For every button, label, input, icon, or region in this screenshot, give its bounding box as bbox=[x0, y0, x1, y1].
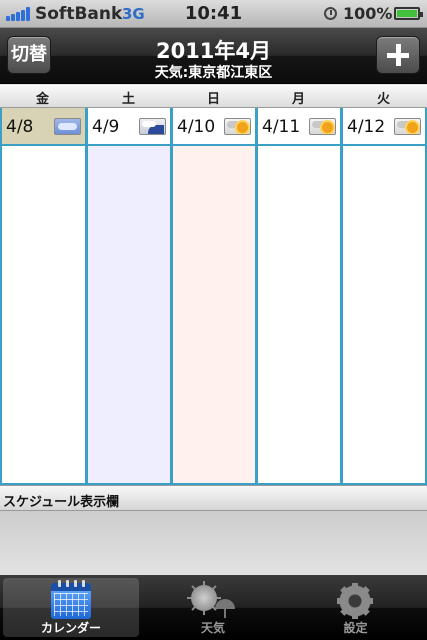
plus-icon bbox=[377, 37, 419, 73]
weather-location: 天気:東京都江東区 bbox=[154, 65, 273, 81]
add-button[interactable] bbox=[376, 36, 420, 74]
alarm-icon bbox=[324, 7, 337, 20]
tab-label: 設定 bbox=[343, 621, 368, 635]
cloudy-sunny-weather-icon bbox=[394, 118, 421, 135]
calendar-icon bbox=[51, 580, 91, 619]
tab-label: カレンダー bbox=[40, 621, 101, 635]
schedule-header-label: スケジュール表示欄 bbox=[3, 495, 120, 510]
day-date: 4/11 bbox=[262, 117, 301, 137]
day-column-fri[interactable]: 4/8 bbox=[0, 108, 87, 485]
tab-calendar[interactable]: カレンダー bbox=[0, 575, 142, 640]
status-bar: SoftBank 3G 10:41 100% bbox=[0, 0, 427, 28]
navigation-bar: 切替 2011年4月 天気:東京都江東区 bbox=[0, 28, 427, 84]
day-date: 4/12 bbox=[347, 117, 386, 137]
battery-percent: 100% bbox=[343, 4, 393, 23]
day-column-mon[interactable]: 4/11 bbox=[256, 108, 342, 485]
schedule-list[interactable] bbox=[0, 511, 427, 575]
weekday-label: 火 bbox=[376, 92, 390, 107]
weekday-label: 土 bbox=[121, 92, 135, 107]
cloudy-sunny-weather-icon bbox=[309, 118, 336, 135]
schedule-panel: スケジュール表示欄 bbox=[0, 485, 427, 575]
tab-weather[interactable]: 天気 bbox=[142, 575, 284, 640]
cloudy-sunny-weather-icon bbox=[224, 118, 251, 135]
page-title: 2011年4月 bbox=[155, 39, 272, 63]
gear-icon bbox=[337, 583, 373, 619]
weekday-label: 日 bbox=[206, 92, 220, 107]
battery-icon bbox=[394, 7, 423, 20]
day-date: 4/10 bbox=[177, 117, 216, 137]
day-cell[interactable]: 4/12 bbox=[343, 108, 425, 146]
day-column-sun[interactable]: 4/10 bbox=[171, 108, 257, 485]
cloudy-weather-icon bbox=[54, 118, 81, 135]
cloudy-rain-weather-icon bbox=[139, 118, 166, 135]
day-cell[interactable]: 4/10 bbox=[173, 108, 255, 146]
calendar-grid: 4/8 4/9 4/10 4/11 4/12 bbox=[0, 108, 427, 485]
weather-icon bbox=[187, 581, 239, 621]
tab-bar: カレンダー 天気 設定 bbox=[0, 575, 427, 640]
day-cell[interactable]: 4/11 bbox=[258, 108, 340, 146]
weekday-header: 金 土 日 月 火 bbox=[0, 85, 427, 108]
day-cell-today[interactable]: 4/8 bbox=[2, 108, 85, 146]
day-column-tue[interactable]: 4/12 bbox=[341, 108, 427, 485]
day-column-sat[interactable]: 4/9 bbox=[86, 108, 172, 485]
day-date: 4/9 bbox=[92, 117, 120, 137]
day-cell[interactable]: 4/9 bbox=[88, 108, 170, 146]
day-date: 4/8 bbox=[6, 117, 34, 137]
tab-label: 天気 bbox=[200, 621, 225, 635]
weekday-label: 月 bbox=[291, 92, 305, 107]
weekday-label: 金 bbox=[35, 92, 49, 107]
tab-settings[interactable]: 設定 bbox=[284, 575, 427, 640]
schedule-header: スケジュール表示欄 bbox=[0, 485, 427, 511]
